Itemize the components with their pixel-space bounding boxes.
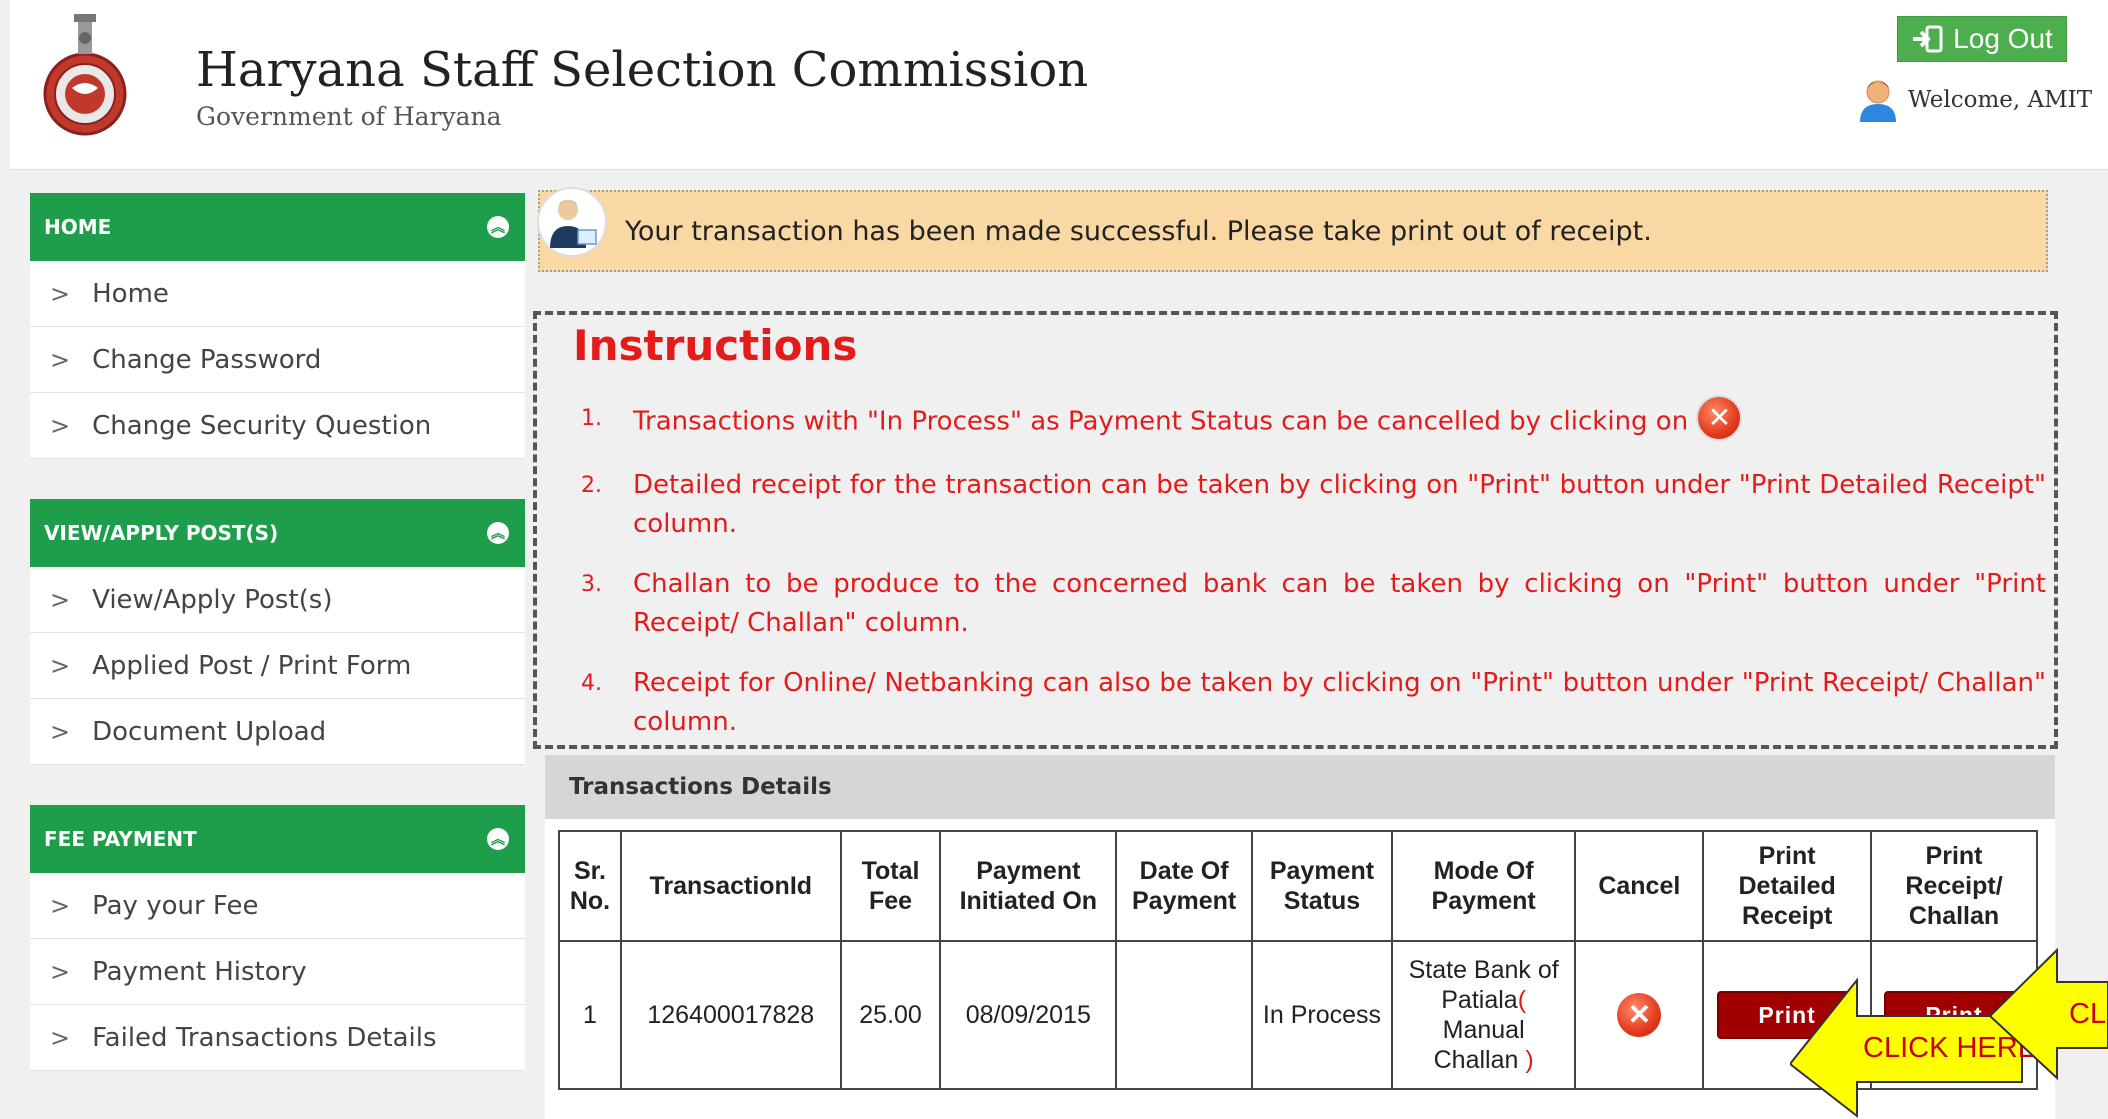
sidebar-item-label: Payment History xyxy=(92,956,307,987)
cancel-x-icon: ✕ xyxy=(1696,395,1743,441)
alert-message: Your transaction has been made successfu… xyxy=(625,215,1652,247)
sidebar-header-label: VIEW/APPLY POST(S) xyxy=(44,521,279,545)
logout-button[interactable]: Log Out xyxy=(1897,16,2067,62)
col-header-date-of-payment: Date Of Payment xyxy=(1115,830,1254,942)
welcome-text: Welcome, AMIT xyxy=(1908,87,2093,113)
instruction-number: 2. xyxy=(581,473,602,498)
sidebar-item-document-upload[interactable]: > Document Upload xyxy=(30,699,525,765)
instruction-item: 4. Receipt for Online/ Netbanking can al… xyxy=(581,664,2046,742)
col-header-sr: Sr. No. xyxy=(558,830,622,942)
sidebar-item-applied-post[interactable]: > Applied Post / Print Form xyxy=(30,633,525,699)
cell-total-fee: 25.00 xyxy=(839,940,942,1090)
cell-date-of-payment xyxy=(1115,940,1254,1090)
page-header: Haryana Staff Selection Commission Gover… xyxy=(10,0,2108,170)
sidebar-item-change-security-question[interactable]: > Change Security Question xyxy=(30,393,525,459)
chevron-right-icon: > xyxy=(50,1023,71,1052)
user-avatar-icon xyxy=(1860,80,1896,122)
chevron-right-icon: > xyxy=(50,585,71,614)
col-header-initiated-on: Payment Initiated On xyxy=(939,830,1118,942)
cell-initiated-on: 08/09/2015 xyxy=(939,940,1118,1090)
callout-text-clipped: CLI xyxy=(2069,998,2108,1030)
sidebar-item-change-password[interactable]: > Change Password xyxy=(30,327,525,393)
instruction-number: 4. xyxy=(581,671,602,696)
chevron-right-icon: > xyxy=(50,345,71,374)
instructions-list: 1. Transactions with "In Process" as Pay… xyxy=(581,395,2046,763)
chevron-right-icon: > xyxy=(50,651,71,680)
col-header-cancel: Cancel xyxy=(1574,830,1705,942)
instruction-text: Transactions with "In Process" as Paymen… xyxy=(633,406,1689,437)
cell-sr: 1 xyxy=(558,940,622,1090)
col-header-transaction-id: TransactionId xyxy=(619,830,842,942)
sidebar-item-failed-transactions[interactable]: > Failed Transactions Details xyxy=(30,1005,525,1071)
cell-transaction-id: 126400017828 xyxy=(619,940,842,1090)
sidebar-item-view-apply-posts[interactable]: > View/Apply Post(s) xyxy=(30,567,525,633)
instructions-box: Instructions 1. Transactions with "In Pr… xyxy=(533,311,2058,749)
chevron-up-icon[interactable]: ︽ xyxy=(487,522,509,544)
cell-cancel: ✕ xyxy=(1574,940,1705,1090)
chevron-right-icon: > xyxy=(50,717,71,746)
cancel-transaction-icon[interactable]: ✕ xyxy=(1617,993,1662,1037)
logout-icon xyxy=(1913,25,1943,53)
site-title: Haryana Staff Selection Commission xyxy=(196,42,1089,98)
chevron-up-icon[interactable]: ︽ xyxy=(487,828,509,850)
mode-paren-close: ) xyxy=(1525,1046,1534,1074)
sidebar-item-label: Pay your Fee xyxy=(92,890,259,921)
chevron-right-icon: > xyxy=(50,279,71,308)
instruction-item: 2. Detailed receipt for the transaction … xyxy=(581,466,2046,544)
mode-paren-open: ( xyxy=(1517,986,1527,1014)
sidebar-section-fee-payment: FEE PAYMENT ︽ > Pay your Fee > Payment His… xyxy=(30,805,525,1071)
sidebar-header-fee-payment[interactable]: FEE PAYMENT ︽ xyxy=(30,805,525,873)
table-header-row: Sr. No. TransactionId Total Fee Payment … xyxy=(558,830,2038,942)
instruction-number: 1. xyxy=(581,406,602,431)
col-header-print-detailed: Print Detailed Receipt xyxy=(1702,830,1873,942)
instructions-title: Instructions xyxy=(573,321,858,370)
sidebar-item-label: Home xyxy=(92,278,169,309)
sidebar-header-label: FEE PAYMENT xyxy=(44,827,197,851)
success-alert: Your transaction has been made successfu… xyxy=(537,187,2048,272)
instruction-text: Detailed receipt for the transaction can… xyxy=(633,470,2046,539)
instruction-item: 1. Transactions with "In Process" as Pay… xyxy=(581,395,2046,445)
mode-detail: Manual Challan xyxy=(1433,1016,1525,1074)
chevron-right-icon: > xyxy=(50,957,71,986)
logout-label: Log Out xyxy=(1953,23,2053,54)
col-header-payment-status: Payment Status xyxy=(1251,830,1393,942)
chevron-right-icon: > xyxy=(50,891,71,920)
welcome-user: Welcome, AMIT xyxy=(1858,78,2092,122)
sidebar-item-home[interactable]: > Home xyxy=(30,261,525,327)
col-header-mode-of-payment: Mode Of Payment xyxy=(1390,830,1577,942)
sidebar-section-view-apply: VIEW/APPLY POST(S) ︽ > View/Apply Post(s)… xyxy=(30,499,525,765)
sidebar-item-label: Change Security Question xyxy=(92,410,432,441)
callout-arrow-right: CLI xyxy=(1990,948,2108,1080)
sidebar-item-label: Applied Post / Print Form xyxy=(92,650,412,681)
sidebar-item-label: Failed Transactions Details xyxy=(92,1022,437,1053)
instruction-text: Receipt for Online/ Netbanking can also … xyxy=(633,668,2046,737)
instruction-item: 3. Challan to be produce to the concerne… xyxy=(581,565,2046,643)
sidebar-item-label: Document Upload xyxy=(92,716,327,747)
sidebar-item-pay-fee[interactable]: > Pay your Fee xyxy=(30,873,525,939)
sidebar: HOME ︽ > Home > Change Password > Change Se… xyxy=(30,193,525,1111)
sidebar-item-label: Change Password xyxy=(92,344,322,375)
sidebar-item-payment-history[interactable]: > Payment History xyxy=(30,939,525,1005)
chevron-right-icon: > xyxy=(50,411,71,440)
instruction-text: Challan to be produce to the concerned b… xyxy=(633,569,2046,638)
sidebar-item-label: View/Apply Post(s) xyxy=(92,584,333,615)
instruction-number: 3. xyxy=(581,572,602,597)
cell-payment-status: In Process xyxy=(1251,940,1393,1090)
col-header-total-fee: Total Fee xyxy=(839,830,942,942)
col-header-print-receipt: Print Receipt/ Challan xyxy=(1870,830,2038,942)
user-info-icon xyxy=(537,187,607,257)
haryana-emblem-logo xyxy=(43,14,127,136)
site-subtitle: Government of Haryana xyxy=(196,102,502,131)
sidebar-section-home: HOME ︽ > Home > Change Password > Change Se… xyxy=(30,193,525,459)
sidebar-header-home[interactable]: HOME ︽ xyxy=(30,193,525,261)
transactions-title: Transactions Details xyxy=(545,755,2055,819)
cell-mode-of-payment: State Bank of Patiala( Manual Challan ) xyxy=(1390,940,1577,1090)
sidebar-header-label: HOME xyxy=(44,215,112,239)
sidebar-header-view-apply[interactable]: VIEW/APPLY POST(S) ︽ xyxy=(30,499,525,567)
chevron-up-icon[interactable]: ︽ xyxy=(487,216,509,238)
mode-main: State Bank of Patiala xyxy=(1408,956,1559,1014)
